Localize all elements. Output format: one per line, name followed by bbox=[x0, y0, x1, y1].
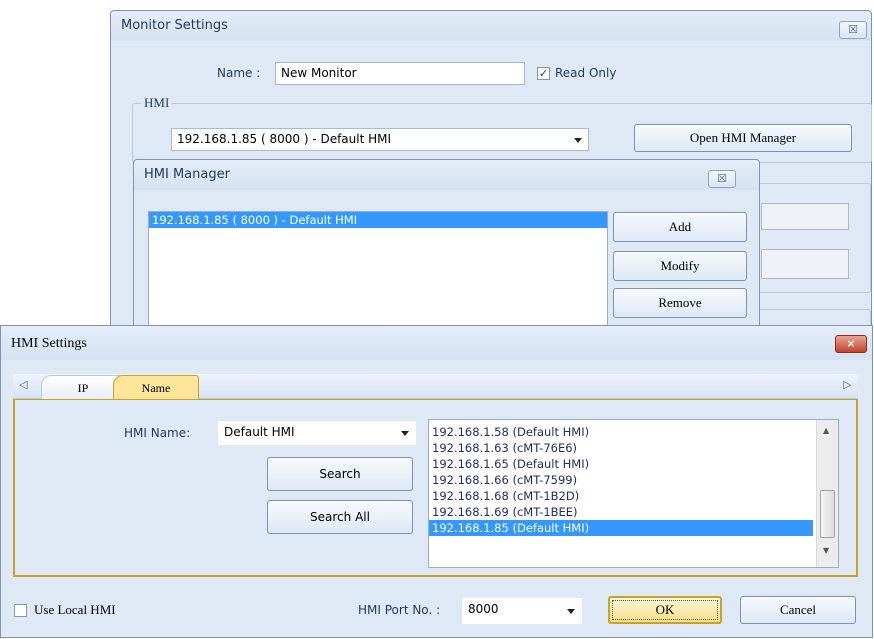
hmi-name-select[interactable]: Default HMI bbox=[218, 421, 416, 445]
read-only-checkbox[interactable]: ✓ bbox=[537, 67, 550, 80]
list-item[interactable]: 192.168.1.66 (cMT-7599) bbox=[429, 472, 813, 488]
scroll-thumb[interactable] bbox=[820, 490, 835, 538]
hmi-select[interactable]: 192.168.1.85 ( 8000 ) - Default HMI bbox=[171, 128, 589, 151]
hmi-manager-list[interactable]: 192.168.1.85 ( 8000 ) - Default HMI bbox=[148, 211, 608, 333]
tab-scroll-right-icon[interactable]: ▷ bbox=[843, 378, 851, 391]
list-item[interactable]: 192.168.1.63 (cMT-76E6) bbox=[429, 440, 813, 456]
hmi-port-label: HMI Port No. : bbox=[358, 603, 441, 617]
hmi-name-value: Default HMI bbox=[224, 425, 295, 439]
ok-button[interactable]: OK bbox=[608, 596, 722, 624]
focus-ring bbox=[612, 600, 718, 620]
hmi-settings-title: HMI Settings bbox=[11, 336, 87, 351]
use-local-hmi-label: Use Local HMI bbox=[34, 602, 116, 617]
disabled-field-2 bbox=[761, 249, 849, 279]
list-item[interactable]: 192.168.1.58 (Default HMI) bbox=[429, 424, 813, 440]
tab-name-label: Name bbox=[141, 381, 171, 395]
hmi-select-value: 192.168.1.85 ( 8000 ) - Default HMI bbox=[177, 132, 392, 146]
chevron-down-icon bbox=[567, 609, 575, 614]
search-button[interactable]: Search bbox=[267, 457, 413, 491]
tab-name[interactable]: Name bbox=[113, 375, 199, 399]
monitor-settings-titlebar[interactable]: Monitor Settings bbox=[111, 11, 871, 41]
modify-button[interactable]: Modify bbox=[613, 251, 747, 281]
add-button[interactable]: Add bbox=[613, 212, 747, 242]
hmi-port-select[interactable]: 8000 bbox=[462, 598, 582, 624]
hmi-port-value: 8000 bbox=[468, 602, 499, 616]
disabled-field-1 bbox=[761, 203, 849, 230]
use-local-hmi-checkbox[interactable] bbox=[14, 604, 27, 617]
scroll-up-icon[interactable]: ▲ bbox=[823, 426, 829, 435]
remove-button[interactable]: Remove bbox=[613, 288, 747, 318]
list-item[interactable]: 192.168.1.85 (Default HMI) bbox=[429, 520, 813, 536]
read-only-label: Read Only bbox=[555, 66, 617, 80]
list-item[interactable]: 192.168.1.69 (cMT-1BEE) bbox=[429, 504, 813, 520]
tab-strip: ◁ IP Name ▷ bbox=[13, 374, 858, 399]
name-label: Name : bbox=[217, 66, 261, 80]
open-hmi-manager-button[interactable]: Open HMI Manager bbox=[634, 124, 852, 152]
hmi-search-results-list[interactable]: 192.168.1.58 (Default HMI) 192.168.1.63 … bbox=[428, 419, 839, 568]
results-scrollbar[interactable]: ▲ ▼ bbox=[816, 420, 838, 567]
list-item[interactable]: 192.168.1.85 ( 8000 ) - Default HMI bbox=[149, 212, 607, 228]
hmi-name-label: HMI Name: bbox=[124, 426, 191, 440]
hmi-manager-titlebar[interactable]: HMI Manager bbox=[134, 160, 759, 190]
list-item[interactable]: 192.168.1.65 (Default HMI) bbox=[429, 456, 813, 472]
tab-ip-label: IP bbox=[77, 381, 89, 395]
hmi-manager-title: HMI Manager bbox=[144, 167, 230, 182]
chevron-down-icon bbox=[401, 431, 409, 436]
scroll-down-icon[interactable]: ▼ bbox=[823, 546, 829, 555]
list-item[interactable]: 192.168.1.68 (cMT-1B2D) bbox=[429, 488, 813, 504]
close-icon[interactable]: ☒ bbox=[708, 170, 736, 188]
results-viewport: 192.168.1.58 (Default HMI) 192.168.1.63 … bbox=[429, 420, 813, 536]
cancel-button[interactable]: Cancel bbox=[740, 596, 856, 624]
monitor-settings-title: Monitor Settings bbox=[121, 18, 228, 33]
chevron-down-icon bbox=[574, 137, 582, 143]
close-icon[interactable]: ☒ bbox=[839, 21, 867, 39]
monitor-name-input[interactable]: New Monitor bbox=[275, 62, 525, 85]
tab-scroll-left-icon[interactable]: ◁ bbox=[19, 378, 27, 391]
hmi-group-label: HMI bbox=[141, 95, 173, 111]
hmi-settings-titlebar[interactable]: HMI Settings bbox=[1, 326, 872, 360]
search-all-button[interactable]: Search All bbox=[267, 500, 413, 534]
checkmark-icon: ✓ bbox=[538, 67, 549, 80]
hmi-manager-dialog: HMI Manager ☒ 192.168.1.85 ( 8000 ) - De… bbox=[133, 159, 760, 334]
close-icon[interactable]: × bbox=[835, 335, 867, 353]
